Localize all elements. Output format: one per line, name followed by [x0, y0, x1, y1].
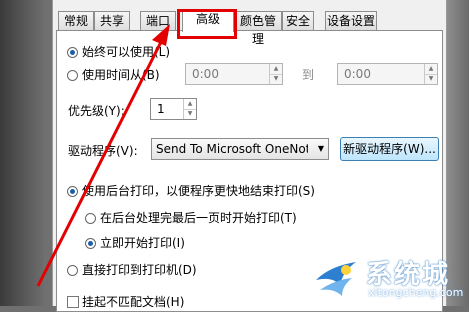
watermark-domain: xitongcheng.com: [368, 286, 464, 299]
arrow-head-icon: [152, 24, 170, 46]
arrow-shaft: [36, 37, 165, 287]
watermark-logo-icon: [316, 262, 356, 296]
watermark: 系统城 xitongcheng.com: [312, 254, 464, 304]
